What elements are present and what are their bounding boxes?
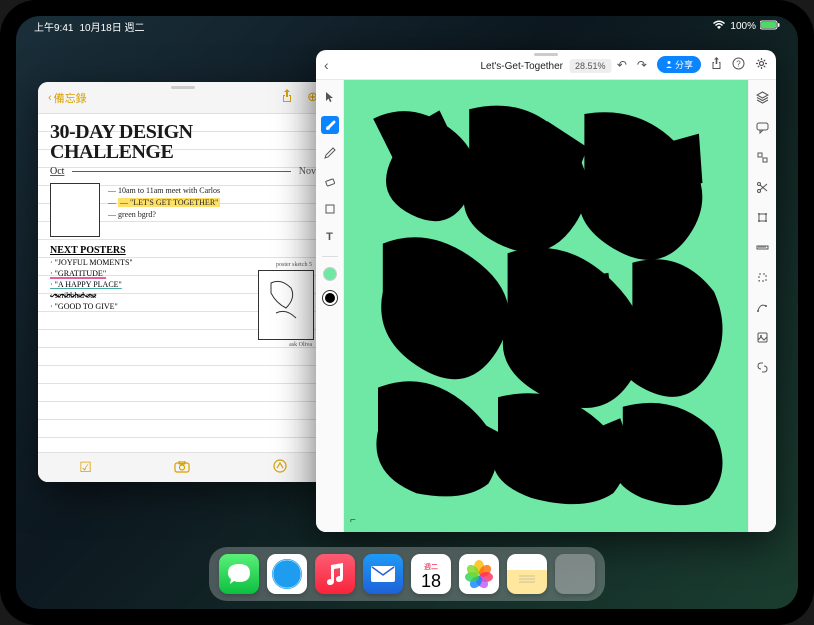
sketch-thumbnail-1 — [50, 183, 100, 237]
notes-back-label: 備忘錄 — [54, 90, 87, 106]
sketch-label: poster sketch 5 — [276, 262, 312, 268]
draw-titlebar: ‹ Let's-Get-Together 28.51% ↶ ↷ 分享 — [316, 50, 776, 80]
draw-body: T — [316, 80, 776, 532]
dock-mail-icon[interactable] — [363, 554, 403, 594]
notes-back-button[interactable]: ‹ 備忘錄 — [48, 90, 87, 106]
export-icon[interactable] — [711, 57, 722, 73]
ruler-icon[interactable] — [754, 238, 772, 256]
layers-icon[interactable] — [754, 88, 772, 106]
drawing-app-window[interactable]: ‹ Let's-Get-Together 28.51% ↶ ↷ 分享 — [316, 50, 776, 532]
dock-safari-icon[interactable] — [267, 554, 307, 594]
screen: 上午9:41 10月18日 週二 100% ‹ 備忘錄 — [16, 16, 798, 609]
canvas[interactable]: ⌐ — [344, 80, 748, 532]
brush-tool-icon[interactable] — [321, 116, 339, 134]
status-time: 上午9:41 — [34, 19, 73, 34]
bullet-1: — 10am to 11am meet with Carlos — [108, 186, 316, 195]
svg-text:?: ? — [736, 59, 741, 68]
notes-content[interactable]: 30-DAY DESIGN CHALLENGE Oct Nov — 10am t… — [38, 114, 328, 452]
dock: 週二 18 — [209, 547, 605, 601]
share-button[interactable]: 分享 — [657, 56, 701, 73]
dock-notes-icon[interactable] — [507, 554, 547, 594]
status-bar: 上午9:41 10月18日 週二 100% — [16, 16, 798, 36]
tool-divider — [322, 256, 338, 257]
outline-icon[interactable] — [754, 268, 772, 286]
note-title: 30-DAY DESIGN CHALLENGE — [50, 122, 316, 162]
window-grab-handle[interactable] — [171, 86, 195, 89]
text-tool-icon[interactable]: T — [321, 228, 339, 246]
battery-percent: 100% — [730, 21, 756, 32]
reference-icon[interactable] — [754, 328, 772, 346]
gear-icon[interactable] — [755, 57, 768, 73]
document-title[interactable]: Let's-Get-Together — [480, 61, 563, 72]
calendar-day: 18 — [421, 572, 441, 590]
share-icon[interactable] — [281, 89, 293, 106]
share-label: 分享 — [675, 58, 693, 71]
undo-icon[interactable]: ↶ — [617, 58, 627, 72]
chevron-left-icon: ‹ — [48, 92, 52, 104]
back-button[interactable]: ‹ — [324, 57, 329, 73]
bullet-2: — — "LET'S GET TOGETHER" — [108, 198, 316, 207]
help-icon[interactable]: ? — [732, 57, 745, 73]
dock-calendar-icon[interactable]: 週二 18 — [411, 554, 451, 594]
color-swatch-green[interactable] — [323, 267, 337, 281]
right-toolbar — [748, 80, 776, 532]
dock-music-icon[interactable] — [315, 554, 355, 594]
dock-messages-icon[interactable] — [219, 554, 259, 594]
person-icon — [665, 60, 673, 70]
pen-path-icon[interactable] — [754, 298, 772, 316]
eraser-tool-icon[interactable] — [321, 172, 339, 190]
dock-photos-icon[interactable] — [459, 554, 499, 594]
checklist-icon[interactable]: ☑ — [79, 459, 92, 476]
link-icon[interactable] — [754, 358, 772, 376]
wifi-icon — [712, 20, 726, 33]
battery-icon — [760, 20, 780, 33]
notes-bottom-toolbar: ☑ — [38, 452, 328, 482]
adjust-icon[interactable] — [754, 148, 772, 166]
artwork — [354, 90, 738, 512]
notes-window[interactable]: ‹ 備忘錄 ⊕ 30-DAY DESIGN CHALLENGE Oct Nov — [38, 82, 328, 482]
bullet-list: — 10am to 11am meet with Carlos — — "LET… — [108, 183, 316, 237]
camera-icon[interactable] — [174, 460, 190, 476]
color-swatch-black[interactable] — [323, 291, 337, 305]
bullet-3: — green bgrd? — [108, 210, 316, 219]
shape-tool-icon[interactable] — [321, 200, 339, 218]
date-divider — [72, 171, 290, 172]
note-dates: Oct Nov — [50, 166, 316, 177]
transform-icon[interactable] — [754, 208, 772, 226]
scissors-icon[interactable] — [754, 178, 772, 196]
ipad-frame: 上午9:41 10月18日 週二 100% ‹ 備忘錄 — [0, 0, 814, 625]
redo-icon[interactable]: ↷ — [637, 58, 647, 72]
date-end: Nov — [299, 166, 316, 177]
resize-handle-icon[interactable]: ⌐ — [350, 515, 356, 526]
pencil-tool-icon[interactable] — [321, 144, 339, 162]
left-toolbar: T — [316, 80, 344, 532]
dock-app-library-icon[interactable] — [555, 554, 595, 594]
cursor-tool-icon[interactable] — [321, 88, 339, 106]
markup-icon[interactable] — [273, 459, 287, 476]
status-date: 10月18日 週二 — [79, 19, 144, 34]
zoom-level[interactable]: 28.51% — [569, 59, 612, 73]
sketch-thumbnail-2 — [258, 270, 314, 340]
author-label: ask Oliva — [289, 342, 312, 348]
date-start: Oct — [50, 166, 64, 177]
comment-icon[interactable] — [754, 118, 772, 136]
section-header: NEXT POSTERS — [50, 245, 316, 256]
